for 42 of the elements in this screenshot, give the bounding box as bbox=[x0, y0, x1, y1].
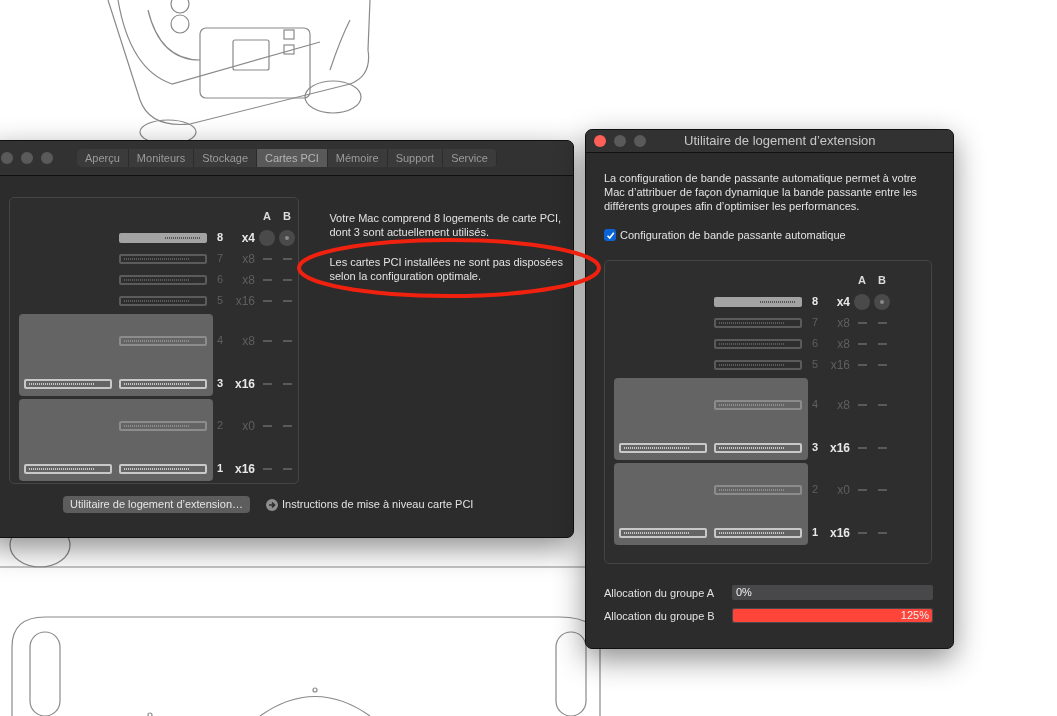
lane-width: x16 bbox=[828, 439, 850, 457]
utility-button[interactable]: Utilitaire de logement d’extension… bbox=[63, 496, 251, 513]
allocation-label: Allocation du groupe B bbox=[604, 608, 716, 623]
info-text: Les cartes PCI installées ne sont pas disposées selon la configuration optimale. bbox=[329, 255, 564, 283]
tab[interactable]: Aperçu bbox=[77, 149, 129, 167]
window-button[interactable] bbox=[21, 152, 33, 164]
lane-width: x4 bbox=[240, 229, 255, 247]
window-button[interactable] bbox=[614, 135, 626, 147]
percent-label: 0% bbox=[736, 585, 752, 601]
window-title: Utilitaire de logement d’extension bbox=[684, 132, 876, 151]
column-header: A bbox=[858, 273, 866, 289]
description-text: La configuration de bande passante automatique permet à votre Mac d’attribuer de façon dynamique la bande passante entre les différents groupes afin d’optimiser les performances. bbox=[604, 171, 919, 213]
slot-number: 8 bbox=[810, 294, 820, 310]
slot-number: 1 bbox=[810, 525, 820, 541]
lane-width: x4 bbox=[835, 293, 850, 311]
close-button[interactable] bbox=[594, 135, 606, 147]
checkbox-label: Configuration de bande passante automatique bbox=[620, 228, 846, 242]
lane-width: x16 bbox=[828, 524, 850, 542]
slot-number: 1 bbox=[215, 461, 225, 477]
checkbox-row[interactable]: Configuration de bande passante automatique bbox=[604, 228, 933, 242]
tab[interactable]: Mémoire bbox=[327, 149, 388, 167]
lane-width: x16 bbox=[233, 375, 255, 393]
arrow-circle-icon bbox=[266, 498, 279, 511]
slot-number: 8 bbox=[215, 230, 225, 246]
percent-label: 125% bbox=[900, 608, 929, 624]
instructions-link[interactable]: Instructions de mise à niveau carte PCI bbox=[266, 496, 474, 513]
window-button[interactable] bbox=[634, 135, 646, 147]
slot-number: 3 bbox=[215, 376, 225, 392]
lane-width: x16 bbox=[233, 460, 255, 478]
column-header: A bbox=[263, 209, 271, 225]
window-button[interactable] bbox=[41, 152, 53, 164]
tab[interactable]: Service bbox=[443, 149, 497, 167]
tab[interactable]: Cartes PCI bbox=[257, 149, 328, 167]
column-header: B bbox=[878, 273, 886, 289]
tab[interactable]: Support bbox=[387, 149, 444, 167]
info-text: Votre Mac comprend 8 logements de carte PCI, dont 3 sont actuellement utilisés. bbox=[329, 211, 563, 239]
close-button[interactable] bbox=[1, 152, 13, 164]
checkbox[interactable] bbox=[604, 229, 616, 241]
column-header: B bbox=[283, 209, 291, 225]
tab[interactable]: Moniteurs bbox=[128, 149, 195, 167]
allocation-label: Allocation du groupe A bbox=[604, 585, 716, 600]
slot-number: 3 bbox=[810, 440, 820, 456]
